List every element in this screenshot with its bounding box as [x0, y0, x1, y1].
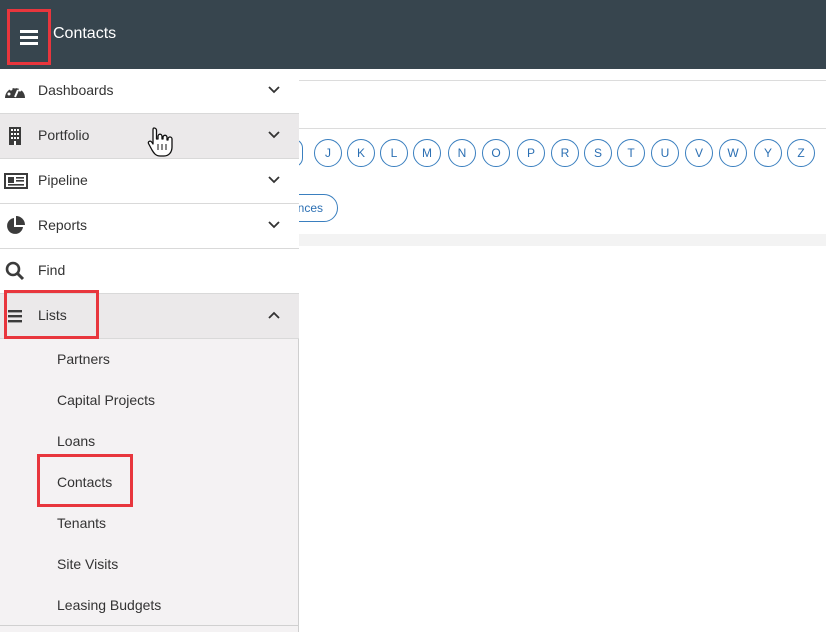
letter-button[interactable]: P — [517, 139, 545, 167]
chevron-down-icon — [268, 86, 280, 94]
divider — [299, 128, 826, 129]
letter-button[interactable]: M — [413, 139, 441, 167]
letter-button[interactable]: V — [685, 139, 713, 167]
letter-button[interactable]: O — [482, 139, 510, 167]
menu-item-label: Pipeline — [38, 172, 88, 188]
menu-item-dashboards[interactable]: Dashboards — [0, 69, 299, 114]
building-icon — [4, 126, 26, 146]
letter-button[interactable]: K — [347, 139, 375, 167]
page-title: Contacts — [53, 25, 117, 42]
submenu-item-tenants[interactable]: Tenants — [57, 515, 106, 531]
letter-button[interactable]: L — [380, 139, 408, 167]
table-header-strip — [299, 234, 826, 246]
list-icon — [4, 306, 26, 326]
chevron-down-icon — [268, 131, 280, 139]
speedometer-icon — [4, 81, 26, 101]
chevron-down-icon — [268, 176, 280, 184]
letter-button[interactable]: Y — [754, 139, 782, 167]
letter-button[interactable]: R — [551, 139, 579, 167]
submenu-item-partners[interactable]: Partners — [57, 351, 110, 367]
letter-button[interactable]: J — [314, 139, 342, 167]
menu-item-label: Portfolio — [38, 127, 90, 143]
alphabet-filter: J K L M N O P R S T U V W Y Z — [294, 139, 826, 169]
submenu-item-capital-projects[interactable]: Capital Projects — [57, 392, 155, 408]
submenu-item-loans[interactable]: Loans — [57, 433, 95, 449]
letter-button[interactable]: U — [651, 139, 679, 167]
menu-item-find[interactable]: Find — [0, 249, 299, 294]
menu-item-label: Find — [38, 262, 66, 278]
submenu-item-leasing-budgets[interactable]: Leasing Budgets — [57, 597, 161, 613]
chevron-down-icon — [268, 221, 280, 229]
menu-item-lists[interactable]: Lists — [0, 294, 299, 339]
menu-item-label: Lists — [38, 307, 67, 323]
pie-chart-icon — [4, 216, 26, 236]
menu-item-label: Dashboards — [38, 82, 114, 98]
hand-cursor-icon — [147, 127, 173, 157]
newspaper-icon — [4, 171, 28, 191]
menu-item-label: Reports — [38, 217, 88, 233]
top-bar: Contacts — [0, 0, 826, 69]
letter-button[interactable]: W — [719, 139, 747, 167]
menu-item-pipeline[interactable]: Pipeline — [0, 159, 299, 204]
letter-button[interactable]: N — [448, 139, 476, 167]
letter-button[interactable]: Z — [787, 139, 815, 167]
hamburger-icon — [20, 30, 38, 45]
menu-item-reports[interactable]: Reports — [0, 204, 299, 249]
submenu-item-contacts[interactable]: Contacts — [57, 474, 112, 490]
menu-toggle-button[interactable] — [7, 9, 51, 65]
search-icon — [4, 261, 26, 281]
letter-button[interactable]: T — [617, 139, 645, 167]
divider — [299, 80, 826, 81]
chevron-up-icon — [268, 311, 280, 319]
letter-button[interactable]: S — [584, 139, 612, 167]
divider — [0, 625, 299, 626]
submenu-item-site-visits[interactable]: Site Visits — [57, 556, 118, 572]
